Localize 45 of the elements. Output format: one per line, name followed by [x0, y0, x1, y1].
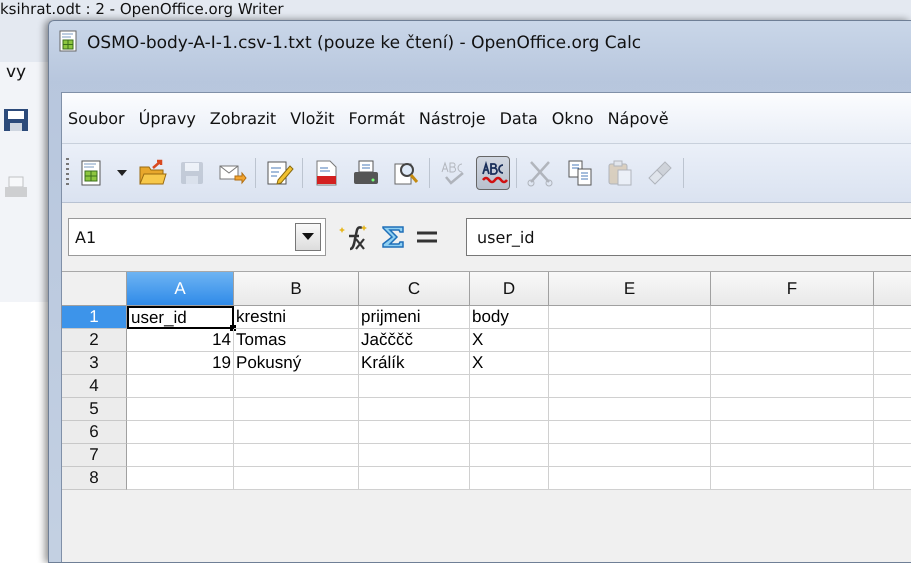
menu-item[interactable]: vy — [6, 62, 26, 82]
row-header[interactable]: 6 — [62, 421, 127, 444]
window-title: ksihrat.odt : 2 - OpenOffice.org Writer — [0, 0, 284, 18]
column-header[interactable]: F — [711, 272, 874, 306]
active-cell[interactable]: user_id — [127, 306, 234, 329]
dropdown-arrow-icon — [117, 170, 127, 176]
column-header[interactable]: E — [549, 272, 711, 306]
row-header[interactable]: 5 — [62, 398, 127, 421]
toolbar-grip[interactable] — [66, 158, 69, 188]
name-box[interactable]: A1 — [68, 218, 326, 256]
row-header[interactable]: 3 — [62, 352, 127, 375]
menu-item[interactable]: Formát — [348, 108, 405, 128]
table-cell: Tomas — [234, 329, 359, 352]
menu-item[interactable]: Data — [500, 108, 538, 128]
menu-item[interactable]: Okno — [552, 108, 594, 128]
table-cell: Králík — [359, 352, 470, 375]
table-cell: Jačččč — [359, 329, 470, 352]
column-header[interactable]: B — [234, 272, 359, 306]
table-cell: prijmeni — [359, 306, 470, 329]
table-cell: 14 — [127, 329, 234, 352]
toolbar-button[interactable] — [476, 156, 510, 190]
row-header[interactable]: 8 — [62, 467, 127, 490]
sum-icon[interactable] — [380, 224, 406, 250]
table-cell: Pokusný — [234, 352, 359, 375]
table-cell: krestni — [234, 306, 359, 329]
column-header[interactable]: C — [359, 272, 470, 306]
table-cell: X — [470, 329, 549, 352]
menu-item[interactable]: Úpravy — [138, 108, 196, 128]
formula-input[interactable]: user_id — [466, 218, 911, 256]
column-header[interactable]: D — [470, 272, 549, 306]
table-cell: X — [470, 352, 549, 375]
menu-item[interactable]: Nástroje — [418, 108, 486, 128]
menu-item[interactable]: Vložit — [290, 108, 334, 128]
table-cell: body — [470, 306, 549, 329]
dropdown-arrow-icon[interactable] — [302, 233, 314, 241]
spreadsheet-app-icon — [59, 30, 79, 52]
menu-item[interactable]: Soubor — [68, 108, 125, 128]
row-header[interactable]: 7 — [62, 444, 127, 467]
row-header[interactable]: 4 — [62, 375, 127, 398]
table-cell: 19 — [127, 352, 234, 375]
row-header[interactable]: 2 — [62, 329, 127, 352]
menu-item[interactable]: Zobrazit — [210, 108, 276, 128]
window-title: OSMO-body-A-I-1.csv-1.txt (pouze ke čtení) - OpenOffice.org Calc — [87, 33, 642, 53]
menu-item[interactable]: Nápově — [608, 108, 669, 128]
equals-icon[interactable] — [416, 231, 438, 243]
